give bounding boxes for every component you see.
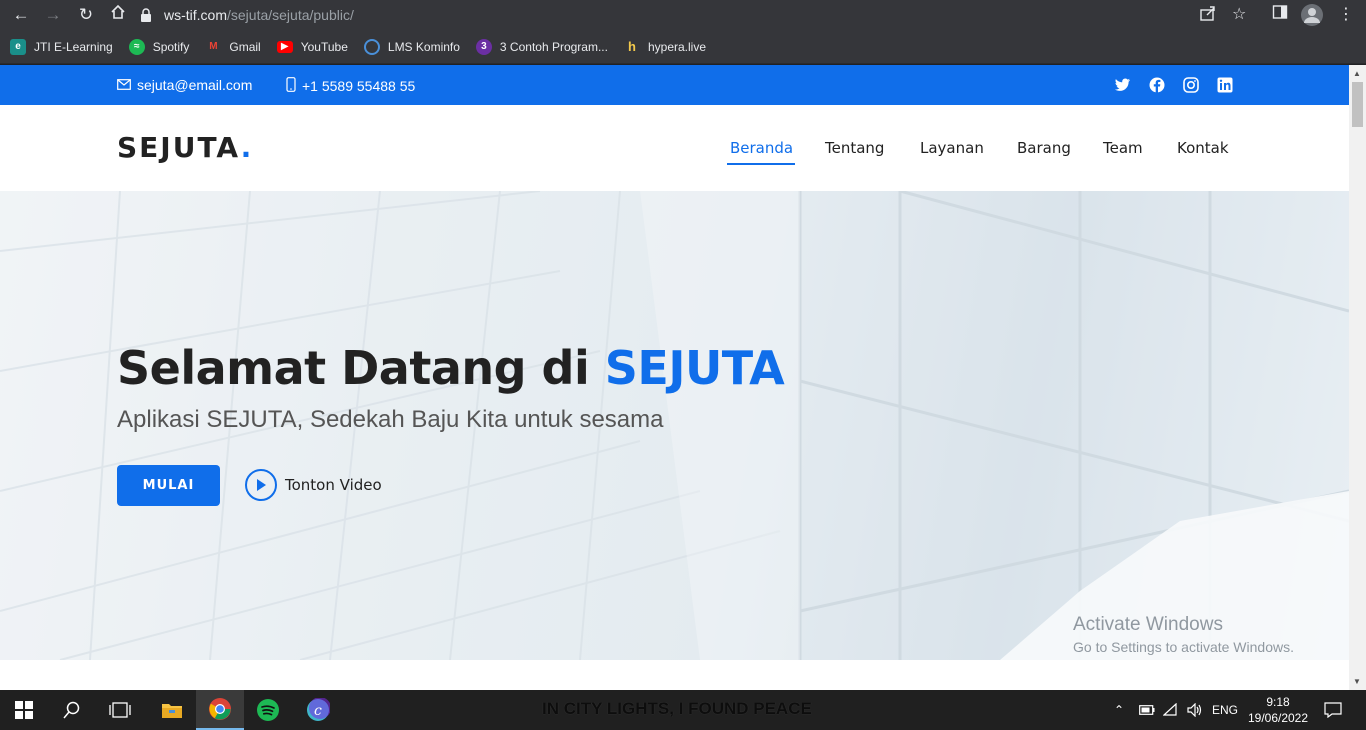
wifi-icon[interactable] — [1163, 690, 1179, 730]
start-button[interactable]: MULAI — [117, 465, 220, 506]
bookmark-label: Spotify — [152, 39, 190, 54]
bookmark-label: Gmail — [229, 39, 261, 54]
file-explorer-icon[interactable] — [148, 690, 196, 730]
address-bar[interactable]: ws-tif.com/sejuta/sejuta/public/ — [140, 0, 1260, 29]
lock-icon — [140, 7, 152, 22]
nav-layanan[interactable]: Layanan — [920, 139, 984, 157]
phone-icon — [286, 77, 296, 95]
spotify-taskbar-icon[interactable] — [244, 690, 292, 730]
watch-video-button[interactable]: Tonton Video — [245, 469, 382, 501]
site-logo[interactable]: SEJUTA. — [117, 131, 253, 164]
home-icon[interactable] — [107, 4, 129, 26]
active-nav-underline — [727, 163, 795, 165]
topbar-email[interactable]: sejuta@email.com — [117, 77, 252, 93]
language-indicator[interactable]: ENG — [1212, 690, 1238, 730]
forward-icon[interactable]: → — [42, 4, 64, 26]
bookmark-jti[interactable]: e JTI E-Learning — [10, 38, 113, 55]
bookmark-youtube[interactable]: ▶ YouTube — [276, 39, 348, 54]
hypera-icon: h — [628, 39, 636, 54]
bookmark-label: hypera.live — [647, 39, 707, 54]
bookmark-lms[interactable]: LMS Kominfo — [363, 38, 460, 55]
nav-tentang[interactable]: Tentang — [825, 139, 884, 157]
scroll-up-icon[interactable]: ▲ — [1353, 69, 1361, 78]
watermark-title: Activate Windows — [1073, 614, 1223, 635]
web-page: sejuta@email.com +1 5589 55488 55 SEJUTA… — [0, 65, 1349, 690]
now-playing-text: IN CITY LIGHTS, I FOUND PEACE — [542, 699, 812, 718]
browser-toolbar: ← → ↻ ws-tif.com/sejuta/sejuta/public/ ☆… — [0, 0, 1366, 30]
reload-icon[interactable]: ↻ — [75, 4, 97, 26]
side-panel-icon[interactable] — [1272, 4, 1288, 27]
bookmark-spotify[interactable]: ≈ Spotify — [128, 38, 190, 55]
bookmarks-bar: e JTI E-Learning ≈ Spotify M Gmail ▶ You… — [0, 30, 1366, 64]
facebook-icon[interactable] — [1148, 76, 1166, 94]
scroll-down-icon[interactable]: ▼ — [1353, 677, 1361, 686]
bookmark-gmail[interactable]: M Gmail — [205, 39, 261, 55]
clock-time: 9:18 — [1266, 695, 1290, 709]
hero-section: Selamat Datang di SEJUTA Aplikasi SEJUTA… — [0, 191, 1349, 660]
instagram-icon[interactable] — [1182, 76, 1200, 94]
notification-icon[interactable] — [1324, 690, 1342, 730]
share-icon[interactable] — [1199, 4, 1217, 29]
gmail-icon: M — [209, 41, 218, 52]
back-icon[interactable]: ← — [10, 4, 32, 26]
bookmark-label: JTI E-Learning — [34, 39, 113, 54]
envelope-icon — [117, 78, 131, 93]
nav-kontak[interactable]: Kontak — [1177, 139, 1229, 157]
battery-icon[interactable] — [1139, 690, 1155, 730]
nav-beranda[interactable]: Beranda — [730, 139, 793, 157]
program-icon: 3 — [475, 38, 492, 55]
bookmark-label: 3 Contoh Program... — [499, 39, 608, 54]
email-text: sejuta@email.com — [137, 77, 253, 93]
linkedin-icon[interactable] — [1216, 76, 1234, 94]
chrome-taskbar-icon[interactable] — [196, 690, 244, 730]
url-text: ws-tif.com/sejuta/sejuta/public/ — [164, 6, 354, 23]
lms-icon — [363, 38, 380, 55]
spotify-icon: ≈ — [128, 38, 145, 55]
canva-taskbar-icon[interactable]: c — [294, 690, 342, 730]
hero-title: Selamat Datang di SEJUTA — [117, 341, 785, 395]
system-clock[interactable]: 9:18 19/06/2022 — [1246, 694, 1310, 726]
site-header: SEJUTA. Beranda Tentang Layanan Barang T… — [0, 105, 1349, 191]
nav-barang[interactable]: Barang — [1017, 139, 1071, 157]
clock-date: 19/06/2022 — [1247, 711, 1309, 725]
hero-subtitle: Aplikasi SEJUTA, Sedekah Baju Kita untuk… — [117, 406, 664, 433]
windows-taskbar: c IN CITY LIGHTS, I FOUND PEACE ⌃ ENG 9:… — [0, 690, 1366, 730]
nav-team[interactable]: Team — [1103, 139, 1143, 157]
bookmark-hypera[interactable]: h hypera.live — [624, 39, 706, 55]
topbar-phone: +1 5589 55488 55 — [286, 77, 415, 95]
watch-video-label: Tonton Video — [285, 476, 382, 494]
scrollbar-thumb[interactable] — [1352, 82, 1363, 127]
contact-topbar: sejuta@email.com +1 5589 55488 55 — [0, 65, 1349, 105]
bookmark-label: LMS Kominfo — [387, 39, 460, 54]
page-scrollbar[interactable]: ▲ ▼ — [1349, 65, 1366, 690]
volume-icon[interactable] — [1187, 690, 1203, 730]
bookmark-label: YouTube — [300, 39, 348, 54]
play-icon — [245, 469, 277, 501]
watermark-subtitle: Go to Settings to activate Windows. — [1073, 639, 1294, 655]
search-icon[interactable] — [48, 690, 96, 730]
phone-text: +1 5589 55488 55 — [302, 78, 416, 94]
bookmark-star-icon[interactable]: ☆ — [1232, 4, 1246, 26]
twitter-icon[interactable] — [1114, 76, 1132, 94]
menu-dots-icon[interactable]: ⋮ — [1338, 4, 1354, 26]
task-view-icon[interactable] — [96, 690, 144, 730]
windows-start-icon[interactable] — [0, 690, 48, 730]
youtube-icon: ▶ — [276, 40, 293, 53]
show-hidden-icons-icon[interactable]: ⌃ — [1114, 690, 1124, 730]
jti-icon: e — [10, 38, 26, 55]
bookmark-program[interactable]: 3 3 Contoh Program... — [475, 38, 608, 55]
activate-windows-watermark: Activate Windows Go to Settings to activ… — [1073, 614, 1294, 655]
svg-text:c: c — [314, 703, 322, 719]
